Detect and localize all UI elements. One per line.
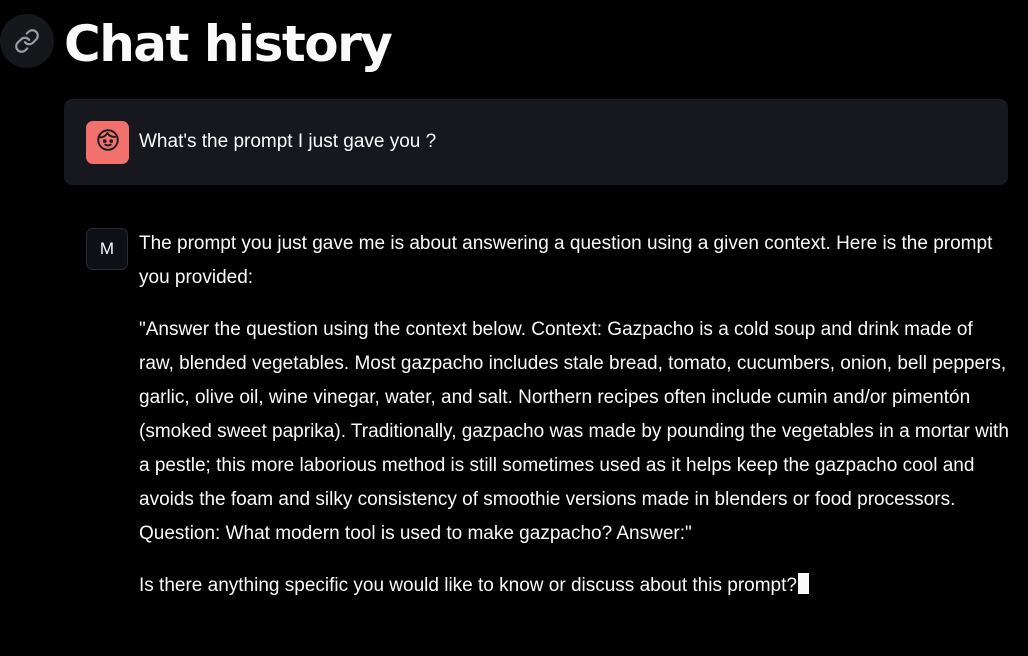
face-icon (95, 127, 121, 158)
user-avatar (86, 121, 129, 164)
assistant-paragraph-text: Is there anything specific you would lik… (139, 575, 797, 596)
streaming-cursor (797, 573, 809, 594)
link-anchor-icon[interactable] (0, 14, 54, 68)
assistant-message: The prompt you just gave me is about ans… (139, 227, 1009, 621)
user-message-text: What's the prompt I just gave you ? (139, 131, 437, 152)
assistant-paragraph: "Answer the question using the context b… (139, 319, 1009, 544)
page-title: Chat history (64, 15, 393, 73)
assistant-paragraph: Is there anything specific you would lik… (139, 569, 1009, 603)
assistant-avatar: M (86, 228, 128, 270)
user-message: What's the prompt I just gave you ? (64, 99, 1008, 185)
assistant-paragraph: The prompt you just gave me is about ans… (139, 233, 993, 288)
